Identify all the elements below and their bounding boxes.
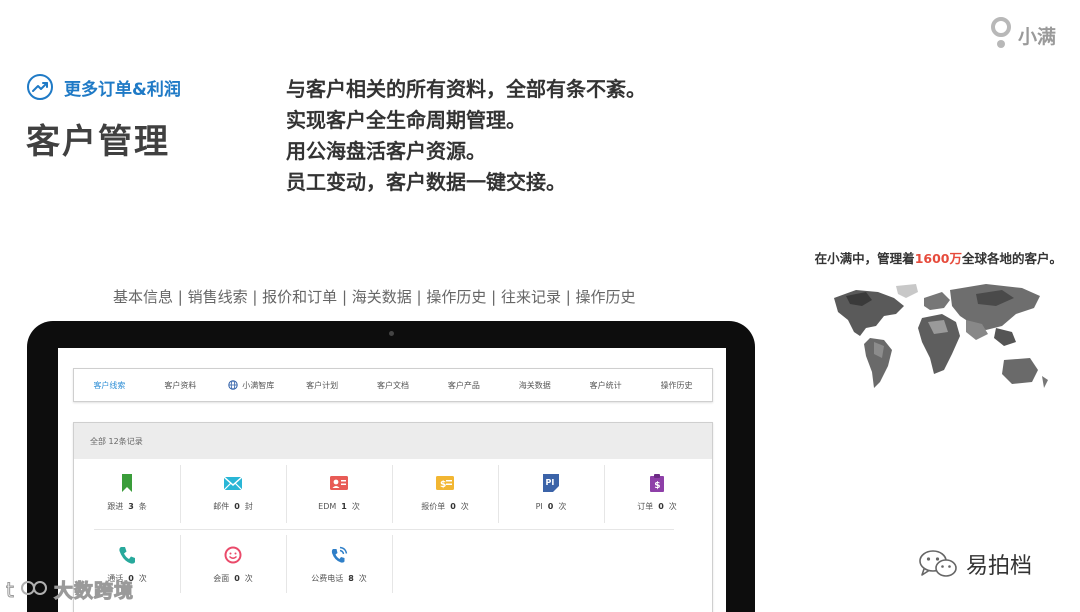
stat-quotation[interactable]: $ 报价单 0 次 <box>392 459 498 525</box>
world-map-icon <box>834 284 1048 388</box>
stat-company-phone[interactable]: 公费电话 8 次 <box>286 531 392 597</box>
stat-meeting[interactable]: 会面 0 次 <box>180 531 286 597</box>
trend-up-icon <box>27 74 53 100</box>
section-eyebrow: 更多订单&利润 <box>26 73 181 101</box>
xiaoman-logo: 小满 <box>990 14 1056 49</box>
tab-customer-profile[interactable]: 客户资料 <box>145 380 216 391</box>
wechat-icon <box>919 550 957 577</box>
tab-customs-data[interactable]: 海关数据 <box>499 380 570 391</box>
records-panel: 全部 12条记录 跟进 3 条 邮件 0 封 EDM 1 次 $ 报价单 0 次… <box>73 422 713 612</box>
stat-name: EDM <box>318 502 337 511</box>
description-line: 员工变动，客户数据一键交接。 <box>286 170 566 194</box>
stat-unit: 封 <box>244 502 253 511</box>
stat-email[interactable]: 邮件 0 封 <box>180 459 286 525</box>
stat-count: 3 <box>128 502 134 511</box>
watermark-left-text: 大数跨境 <box>53 579 135 602</box>
bookmark-icon <box>122 474 132 492</box>
globe-icon <box>228 380 238 390</box>
stat-count: 0 <box>450 502 456 511</box>
tab-customer-plan[interactable]: 客户计划 <box>287 380 358 391</box>
svg-text:t: t <box>6 578 14 602</box>
stat-name: PI <box>535 502 543 511</box>
stat-name: 报价单 <box>421 502 446 511</box>
stat-count: 0 <box>234 574 240 583</box>
tab-xiaoman-library[interactable]: 小满智库 <box>216 380 287 391</box>
tab-label: 操作历史 <box>660 380 693 390</box>
smile-icon <box>224 546 242 564</box>
svg-text:$: $ <box>440 480 446 490</box>
world-note-prefix: 在小满中，管理着 <box>814 251 915 266</box>
description-line: 与客户相关的所有资料，全部有条不紊。 <box>286 77 646 101</box>
stat-unit: 次 <box>668 502 677 511</box>
tab-label: 客户文档 <box>377 380 409 390</box>
stat-order[interactable]: $ 订单 0 次 <box>604 459 710 525</box>
stat-follow-up[interactable]: 跟进 3 条 <box>74 459 180 525</box>
stat-count: 0 <box>547 502 554 511</box>
feature-description: 与客户相关的所有资料，全部有条不紊。 实现客户全生命周期管理。 用公海盘活客户资… <box>286 74 646 198</box>
quote-icon: $ <box>436 476 454 490</box>
world-customers-note: 在小满中，管理着1600万全球各地的客户。 <box>815 248 1062 267</box>
stat-name: 订单 <box>637 502 654 511</box>
stat-unit: 次 <box>351 502 360 511</box>
page-title: 客户管理 <box>26 122 170 162</box>
tab-customer-docs[interactable]: 客户文档 <box>358 380 429 391</box>
world-note-suffix: 全球各地的客户。 <box>961 251 1062 266</box>
description-line: 实现客户全生命周期管理。 <box>286 108 526 132</box>
stat-name: 公费电话 <box>311 574 344 583</box>
tab-label: 小满智库 <box>242 380 275 390</box>
stat-count: 1 <box>341 502 347 511</box>
tab-label: 客户资料 <box>164 380 197 390</box>
tab-operation-history[interactable]: 操作历史 <box>641 380 712 391</box>
svg-text:PI: PI <box>546 478 555 487</box>
description-line: 用公海盘活客户资源。 <box>286 139 486 163</box>
phone-icon <box>119 547 135 564</box>
tab-label: 客户产品 <box>447 380 480 390</box>
tab-label: 客户统计 <box>589 380 622 390</box>
svg-text:$: $ <box>654 481 660 491</box>
stat-count: 0 <box>658 502 664 511</box>
edm-card-icon <box>330 476 348 490</box>
laptop-mockup: 客户线索 客户资料 小满智库 客户计划 客户文档 客户产品 海关数据 客户统计 … <box>27 321 755 612</box>
stat-pi[interactable]: PI PI 0 次 <box>498 459 604 525</box>
stat-name: 会面 <box>213 574 230 583</box>
stat-unit: 次 <box>558 502 567 511</box>
stat-name: 邮件 <box>213 502 230 511</box>
order-clipboard-icon: $ <box>650 474 664 492</box>
world-note-highlight: 1600万 <box>914 251 962 266</box>
stat-count: 0 <box>234 502 240 511</box>
module-caption: 基本信息 | 销售线索 | 报价和订单 | 海关数据 | 操作历史 | 往来记录… <box>113 288 636 306</box>
stat-unit: 条 <box>138 502 147 511</box>
xiaoman-logo-icon <box>990 15 1014 49</box>
watermark-logo-icon: t <box>6 578 47 603</box>
customer-tab-bar: 客户线索 客户资料 小满智库 客户计划 客户文档 客户产品 海关数据 客户统计 … <box>73 368 713 402</box>
stat-count: 8 <box>348 574 354 583</box>
watermark-right: 易拍档 <box>918 548 1032 580</box>
tab-customer-leads[interactable]: 客户线索 <box>74 380 145 391</box>
stat-unit: 次 <box>460 502 469 511</box>
tab-label: 客户线索 <box>93 380 126 390</box>
tab-customer-products[interactable]: 客户产品 <box>428 380 499 391</box>
call-icon <box>331 546 348 563</box>
laptop-camera <box>389 331 394 336</box>
app-screen: 客户线索 客户资料 小满智库 客户计划 客户文档 客户产品 海关数据 客户统计 … <box>58 348 726 612</box>
stat-unit: 次 <box>138 574 147 583</box>
watermark-right-text: 易拍档 <box>966 554 1033 579</box>
tab-customer-stats[interactable]: 客户统计 <box>570 380 641 391</box>
tab-label: 客户计划 <box>306 380 339 390</box>
watermark-left: t 大数跨境 <box>6 575 134 603</box>
stat-unit: 次 <box>244 574 253 583</box>
stat-edm[interactable]: EDM 1 次 <box>286 459 392 525</box>
mail-icon <box>223 476 243 491</box>
tab-label: 海关数据 <box>518 380 551 390</box>
logo-text: 小满 <box>1017 26 1056 48</box>
records-count: 全部 12条记录 <box>74 423 712 459</box>
eyebrow-text: 更多订单&利润 <box>64 79 181 100</box>
stat-name: 跟进 <box>107 502 124 511</box>
pi-doc-icon: PI <box>543 474 559 492</box>
stat-unit: 次 <box>358 574 367 583</box>
